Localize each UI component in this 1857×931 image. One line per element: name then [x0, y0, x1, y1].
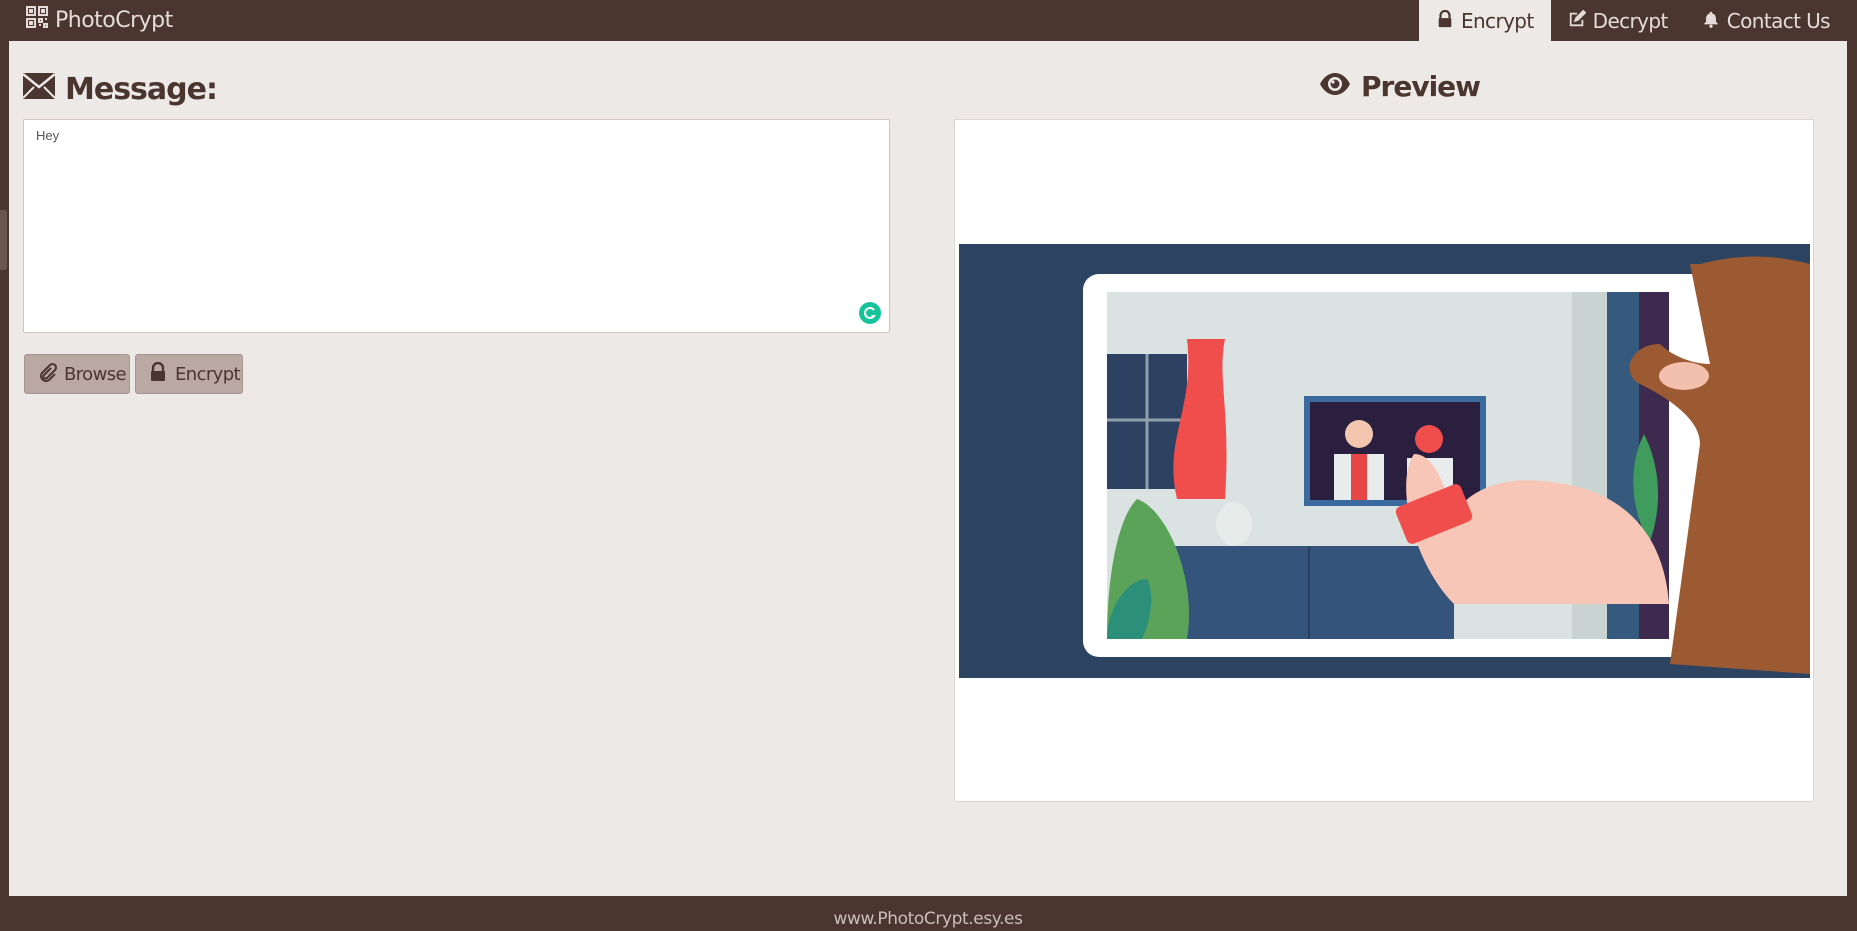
browse-button[interactable]: Browse	[24, 354, 130, 394]
footer-link[interactable]: www.PhotoCrypt.esy.es	[833, 909, 1023, 929]
encrypt-button[interactable]: Encrypt	[135, 354, 243, 394]
preview-image	[959, 244, 1810, 678]
brand-name: PhotoCrypt	[55, 7, 173, 33]
eye-icon	[1319, 70, 1351, 103]
message-heading: Message:	[22, 72, 218, 107]
app: PhotoCrypt Encrypt Decrypt Contact Us Me…	[9, 0, 1847, 931]
paperclip-icon	[37, 362, 58, 387]
browse-button-label: Browse	[64, 363, 127, 385]
encrypt-button-label: Encrypt	[175, 363, 241, 385]
edit-icon	[1568, 9, 1587, 33]
lock-icon	[1436, 9, 1454, 33]
brand[interactable]: PhotoCrypt	[25, 3, 173, 37]
navbar: PhotoCrypt Encrypt Decrypt Contact Us	[9, 0, 1847, 41]
bell-icon	[1702, 9, 1720, 33]
envelope-icon	[22, 72, 56, 107]
side-handle[interactable]	[0, 210, 7, 270]
left-gutter	[0, 0, 9, 931]
nav-item-encrypt[interactable]: Encrypt	[1418, 0, 1551, 41]
qrcode-icon	[25, 5, 49, 35]
main-nav: Encrypt Decrypt Contact Us	[1418, 0, 1847, 41]
scrollbar[interactable]	[1847, 0, 1857, 931]
preview-heading-label: Preview	[1361, 70, 1481, 103]
nav-item-contact[interactable]: Contact Us	[1685, 0, 1847, 41]
nav-label-decrypt: Decrypt	[1592, 8, 1669, 33]
preview-heading: Preview	[1319, 70, 1481, 103]
nav-label-encrypt: Encrypt	[1460, 8, 1534, 33]
message-textarea[interactable]: Hey	[23, 119, 890, 333]
nav-label-contact: Contact Us	[1726, 8, 1831, 33]
footer: www.PhotoCrypt.esy.es	[9, 896, 1847, 931]
nav-item-decrypt[interactable]: Decrypt	[1551, 0, 1685, 41]
message-heading-label: Message:	[65, 72, 218, 107]
preview-container	[954, 119, 1814, 802]
grammarly-icon[interactable]	[859, 302, 881, 324]
lock-icon	[148, 361, 168, 387]
